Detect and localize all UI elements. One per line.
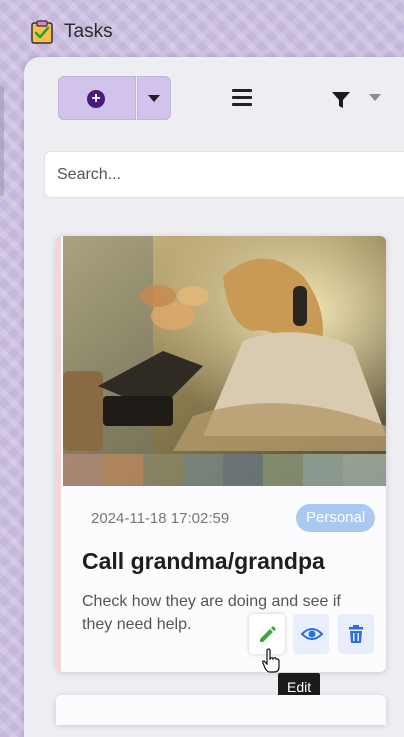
delete-task-button[interactable] bbox=[338, 614, 374, 654]
filter-icon[interactable] bbox=[331, 90, 351, 110]
pencil-icon bbox=[260, 626, 276, 642]
eye-icon bbox=[301, 628, 323, 640]
clipboard-check-icon bbox=[31, 20, 53, 44]
list-icon bbox=[232, 89, 252, 92]
window-titlebar: Tasks bbox=[0, 0, 404, 62]
view-task-button[interactable] bbox=[293, 614, 329, 654]
plus-circle-icon: + bbox=[87, 90, 105, 108]
caret-down-icon bbox=[148, 95, 160, 102]
filter-caret-down-icon[interactable] bbox=[369, 94, 381, 101]
list-view-button[interactable] bbox=[232, 89, 252, 107]
search-input[interactable] bbox=[44, 151, 404, 198]
task-card-next[interactable] bbox=[56, 695, 386, 725]
category-badge: Personal bbox=[296, 504, 376, 532]
task-title: Call grandma/grandpa bbox=[82, 548, 325, 574]
task-card[interactable]: 2024-11-18 17:02:59 Personal Call grandm… bbox=[56, 236, 386, 672]
task-date: 2024-11-18 17:02:59 bbox=[91, 510, 230, 527]
hand-cursor-icon bbox=[262, 648, 280, 673]
trash-icon bbox=[349, 625, 363, 643]
task-image bbox=[63, 236, 386, 486]
add-task-button[interactable]: + bbox=[58, 76, 136, 120]
app-title: Tasks bbox=[64, 21, 113, 42]
window-edge bbox=[0, 86, 4, 196]
add-options-dropdown-button[interactable] bbox=[137, 76, 171, 120]
